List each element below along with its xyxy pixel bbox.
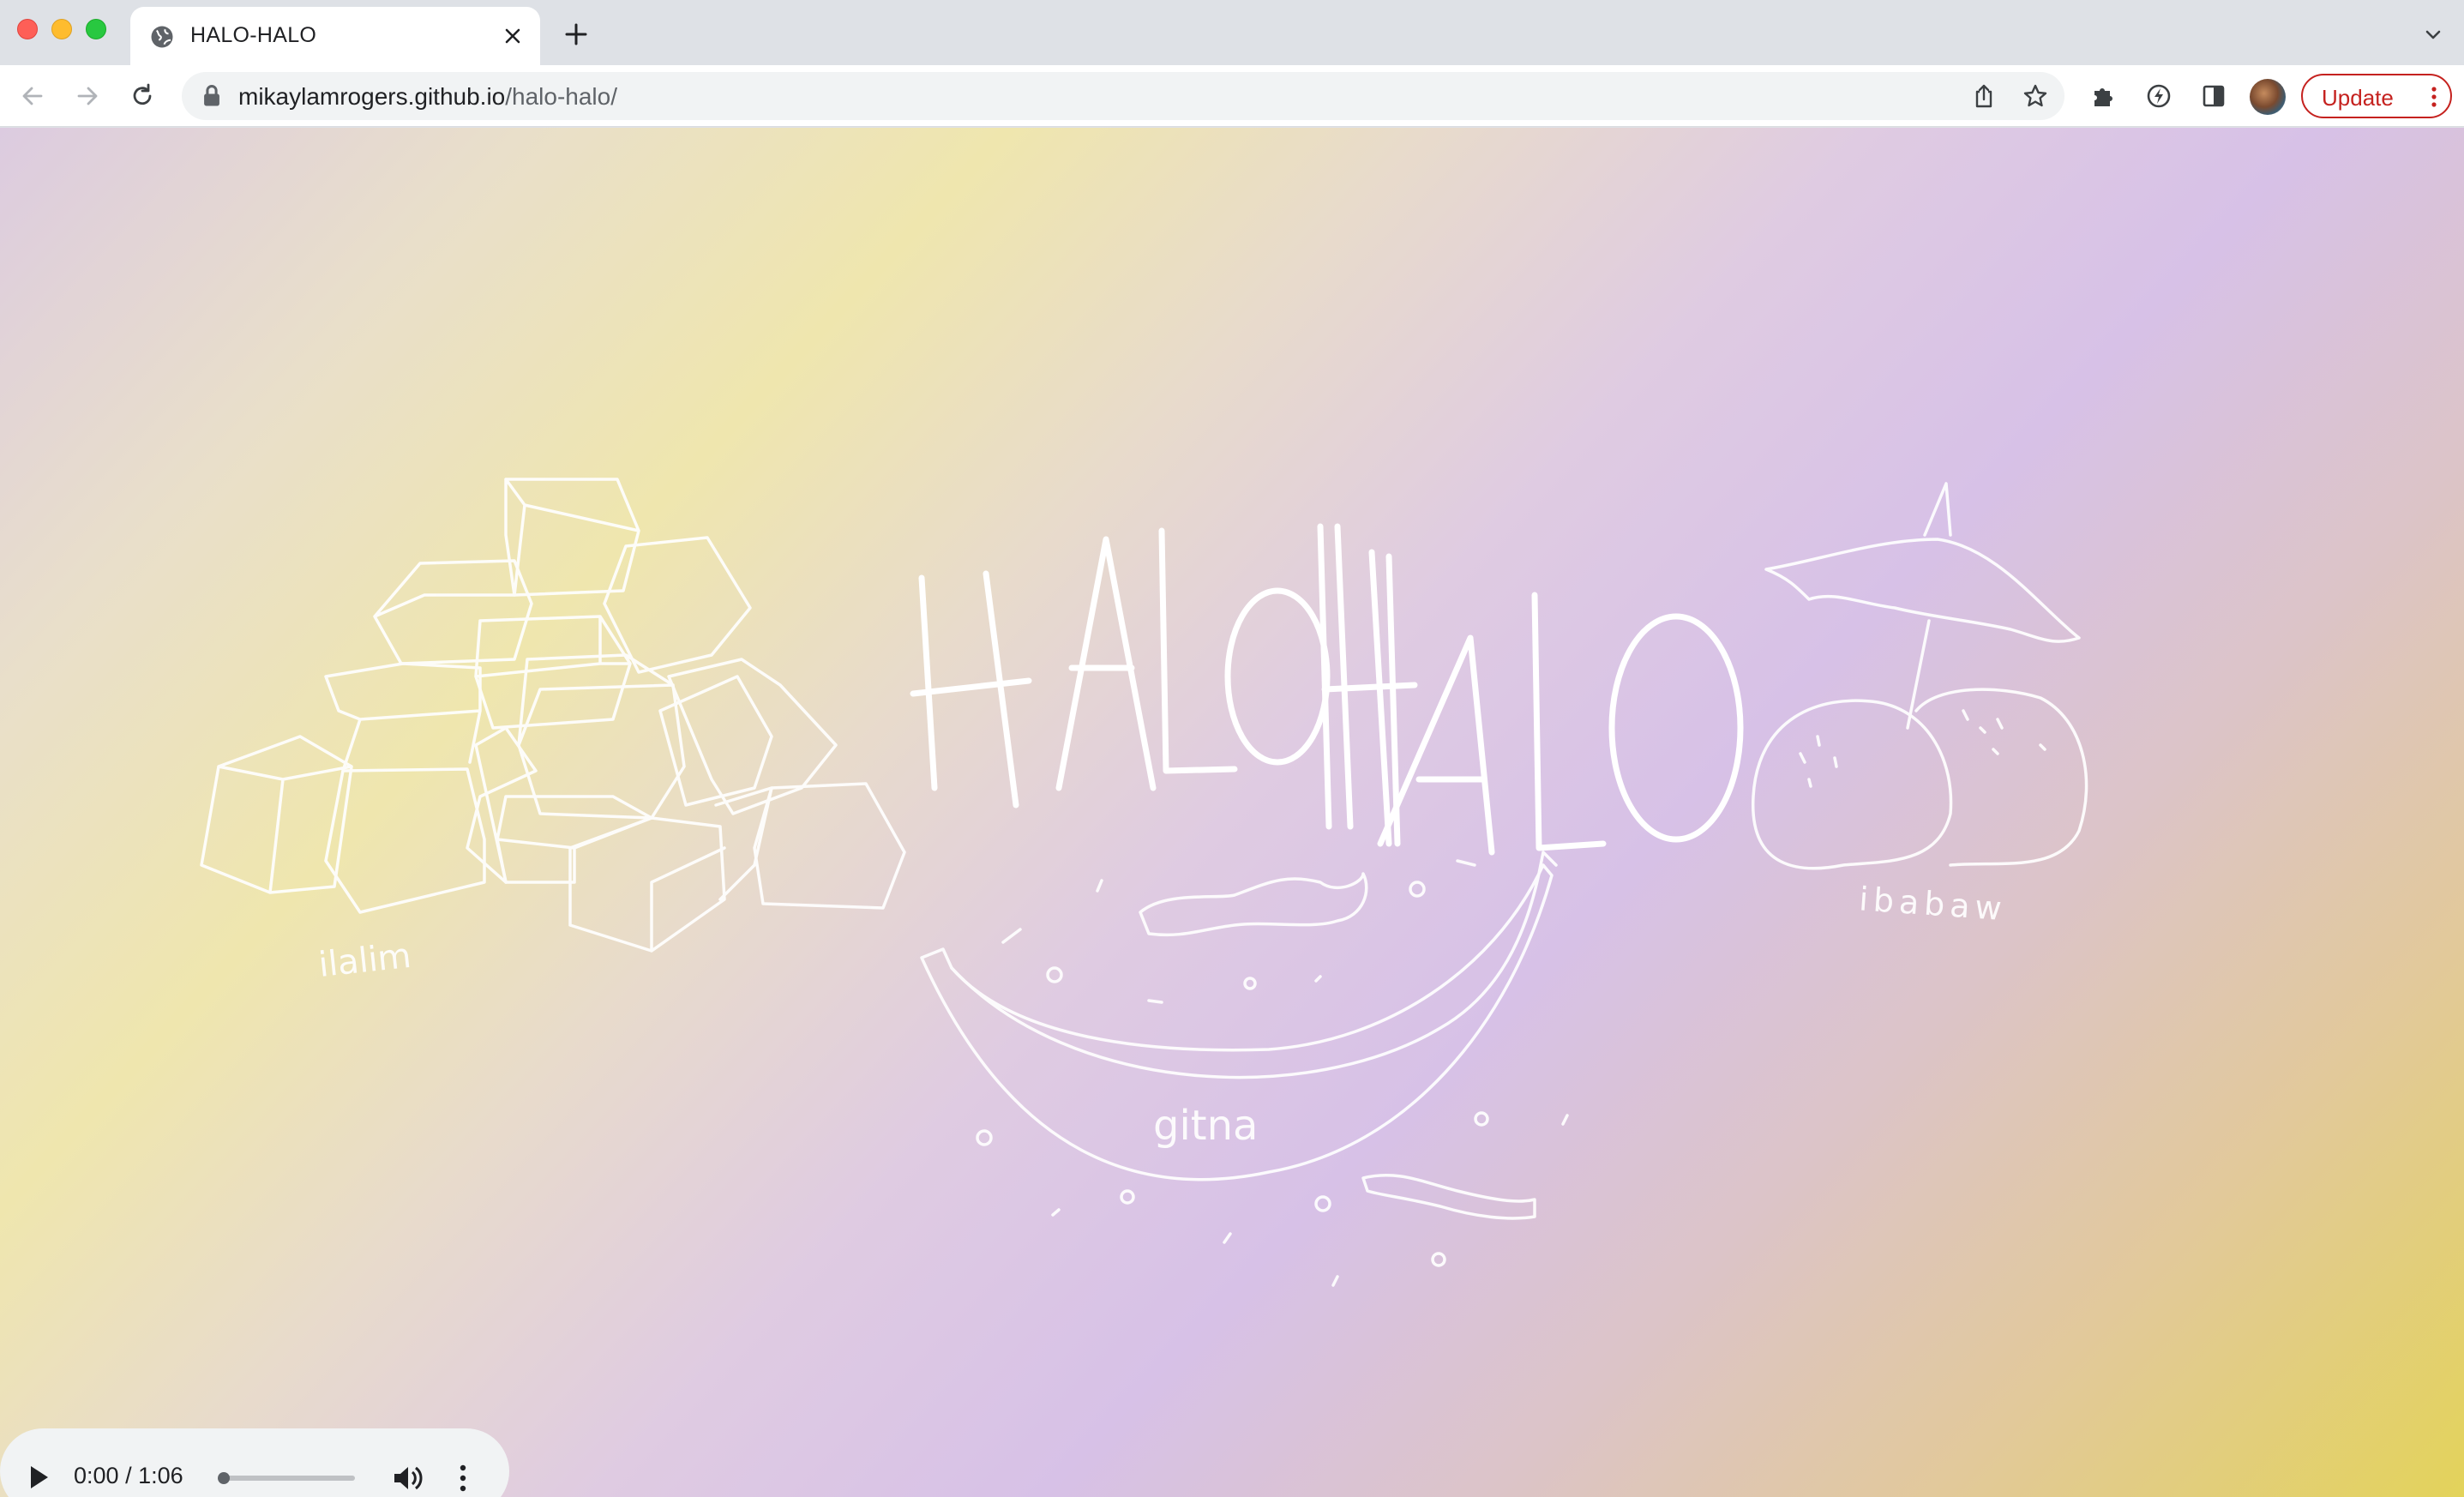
audio-seek-slider[interactable] bbox=[218, 1472, 355, 1484]
close-window-button[interactable] bbox=[17, 19, 38, 39]
audio-time-separator: / bbox=[118, 1463, 139, 1488]
url-path: /halo-halo/ bbox=[505, 83, 618, 110]
audio-seek-handle[interactable] bbox=[218, 1472, 230, 1484]
reload-icon[interactable] bbox=[123, 77, 161, 115]
audio-current-time: 0:00 bbox=[74, 1463, 119, 1488]
volume-icon[interactable] bbox=[391, 1463, 425, 1494]
lock-icon[interactable] bbox=[201, 84, 223, 108]
close-icon[interactable] bbox=[497, 21, 528, 51]
chevron-down-icon[interactable] bbox=[2418, 19, 2449, 50]
more-vert-icon[interactable] bbox=[454, 1463, 472, 1494]
mochi-label: ibabaw bbox=[1858, 880, 2008, 928]
banana-drawing bbox=[920, 851, 1569, 1287]
globe-icon bbox=[151, 26, 173, 48]
tab-title: HALO-HALO bbox=[190, 23, 317, 47]
ice-cubes-drawing bbox=[200, 478, 906, 953]
address-bar[interactable]: mikaylamrogers.github.io/halo-halo/ bbox=[182, 72, 2064, 120]
audio-total-time: 1:06 bbox=[138, 1463, 183, 1488]
update-button[interactable]: Update bbox=[2301, 74, 2452, 118]
browser-tab[interactable]: HALO-HALO bbox=[130, 7, 540, 65]
banana-label: gitna bbox=[1153, 1102, 1258, 1150]
back-arrow-icon[interactable] bbox=[14, 77, 51, 115]
mochi-umbrella-drawing bbox=[1752, 482, 2088, 870]
avatar[interactable] bbox=[2250, 79, 2286, 115]
star-icon[interactable] bbox=[2020, 81, 2051, 111]
minimize-window-button[interactable] bbox=[51, 19, 72, 39]
plus-icon[interactable] bbox=[559, 17, 593, 51]
browser-toolbar: mikaylamrogers.github.io/halo-halo/ Upda… bbox=[0, 65, 2464, 127]
page-viewport: ilalim gitna ibabaw 0:00 / 1:06 bbox=[0, 128, 2464, 1497]
update-label: Update bbox=[2322, 85, 2394, 111]
tab-strip: HALO-HALO bbox=[0, 0, 2464, 65]
more-vert-icon bbox=[2431, 87, 2437, 107]
halo-halo-title-art bbox=[910, 523, 1744, 856]
share-icon[interactable] bbox=[1968, 81, 1999, 111]
ice-label: ilalim bbox=[317, 936, 413, 985]
fullscreen-window-button[interactable] bbox=[86, 19, 106, 39]
puzzle-icon[interactable] bbox=[2087, 79, 2121, 113]
bolt-icon[interactable] bbox=[2142, 79, 2176, 113]
url-text[interactable]: mikaylamrogers.github.io/halo-halo/ bbox=[238, 83, 617, 111]
audio-player[interactable]: 0:00 / 1:06 bbox=[0, 1428, 509, 1497]
halo-halo-illustration: ilalim gitna ibabaw bbox=[200, 478, 2088, 1287]
play-icon[interactable] bbox=[26, 1463, 51, 1492]
audio-time: 0:00 / 1:06 bbox=[74, 1463, 183, 1489]
side-panel-icon[interactable] bbox=[2197, 79, 2231, 113]
url-domain: mikaylamrogers.github.io bbox=[238, 83, 506, 110]
forward-arrow-icon[interactable] bbox=[69, 77, 106, 115]
